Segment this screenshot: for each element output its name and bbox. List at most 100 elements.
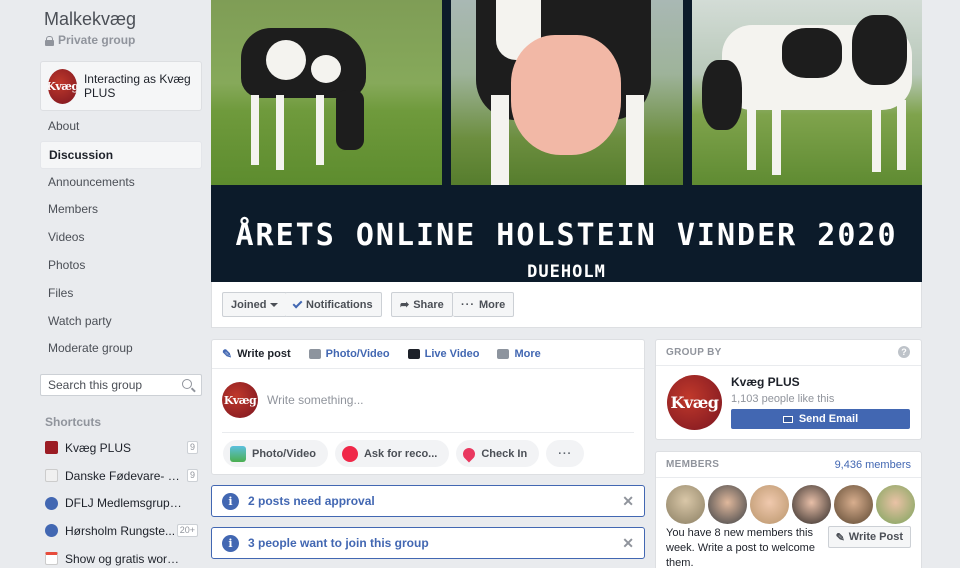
group-icon [45,524,58,538]
nav-item-videos[interactable]: Videos [40,224,202,252]
cover-image-udder [451,0,683,185]
composer-input-area[interactable]: Kvæg Write something... [222,382,363,418]
page-icon [45,469,58,483]
group-name[interactable]: Malkekvæg [44,9,136,30]
shortcuts-title: Shortcuts [45,415,102,429]
pending-posts-notice[interactable]: i 2 posts need approval ✕ [211,485,645,517]
cover-image-cow-grazing [211,0,442,185]
pill-label: Ask for reco... [363,447,438,460]
members-card: MEMBERS 9,436 members You have 8 new mem… [655,451,922,568]
composer-tabs: ✎ Write post Photo/Video Live Video More [212,340,644,369]
shortcut-item[interactable]: Danske Fødevare- o... 9 [45,462,202,490]
pill-label: Photo/Video [252,447,316,460]
group-by-card: GROUP BY ? Kvæg Kvæg PLUS 1,103 people l… [655,339,922,440]
group-by-avatar[interactable]: Kvæg [667,375,722,430]
send-email-button[interactable]: Send Email [731,409,910,429]
close-icon[interactable]: ✕ [622,493,634,510]
nav-item-photos[interactable]: Photos [40,252,202,280]
map-pin-icon [460,445,478,462]
shortcut-label: DFLJ Medlemsgruppen [65,496,183,511]
new-member-avatars [666,485,915,524]
pencil-icon: ✎ [835,531,845,544]
group-icon [45,496,58,510]
group-by-header: GROUP BY [656,340,921,366]
nav-item-watch-party[interactable]: Watch party [40,308,202,336]
composer-placeholder[interactable]: Write something... [267,393,363,407]
nav-item-files[interactable]: Files [40,280,202,308]
tab-live-video[interactable]: Live Video [407,348,480,360]
avatar[interactable] [792,485,831,524]
check-in-button[interactable]: Check In [456,440,540,467]
search-icon[interactable] [182,379,192,389]
shortcut-badge: 9 [186,441,198,454]
group-action-bar: Joined Notifications ➦ Share ··· More [211,282,922,328]
ask-for-recommendations-button[interactable]: Ask for reco... [334,440,450,467]
nav-item-members[interactable]: Members [40,196,202,224]
pencil-icon: ✎ [222,347,233,361]
close-icon[interactable]: ✕ [622,535,634,552]
avatar[interactable] [834,485,873,524]
avatar[interactable] [708,485,747,524]
share-button[interactable]: ➦ Share [391,292,453,317]
group-by-likes: 1,103 people like this [731,393,835,405]
notifications-button[interactable]: Notifications [285,292,382,317]
more-button[interactable]: ··· More [453,292,515,317]
kvaeg-plus-avatar: Kvæg [48,68,77,104]
joined-button[interactable]: Joined [222,292,288,317]
member-count[interactable]: 9,436 members [835,459,911,471]
tab-label: More [514,348,541,360]
privacy-label: Private group [58,33,136,47]
post-composer: ✎ Write post Photo/Video Live Video More… [211,339,645,475]
joined-label: Joined [231,298,267,311]
interacting-as-switcher[interactable]: Kvæg Interacting as Kvæg PLUS [40,61,202,111]
shortcut-label: Hørsholm Rungste... [65,523,176,538]
shortcut-item[interactable]: DFLJ Medlemsgruppen [45,489,202,517]
write-post-label: Write Post [848,531,903,543]
more-label: More [479,298,506,311]
shortcut-label: Show og gratis worksho... [65,551,183,566]
nav-item-moderate-group[interactable]: Moderate group [40,335,202,363]
shortcut-item[interactable]: Hørsholm Rungste... 20+ [45,517,202,545]
avatar[interactable] [666,485,705,524]
more-dots-icon: ··· [461,298,475,311]
tab-label: Photo/Video [325,348,390,360]
send-email-label: Send Email [798,413,859,425]
interacting-as-label: Interacting as Kvæg PLUS [83,72,191,100]
speech-bubble-icon [341,445,358,462]
avatar[interactable] [876,485,915,524]
nav-item-announcements[interactable]: Announcements [40,169,202,197]
shortcut-label: Kvæg PLUS [65,440,132,455]
shortcut-badge: 9 [186,468,198,482]
help-icon[interactable]: ? [898,346,910,358]
shortcuts-list: Kvæg PLUS 9 Danske Fødevare- o... 9 DFLJ… [45,434,202,568]
group-nav: About Discussion Announcements Members V… [40,113,202,363]
avatar[interactable] [750,485,789,524]
video-icon [407,349,420,359]
shortcut-badge: 20+ [176,524,198,538]
group-search-input[interactable] [41,375,171,395]
shortcut-item[interactable]: Kvæg PLUS 9 [45,434,202,462]
shortcut-label: Danske Fødevare- o... [65,468,183,483]
check-icon [292,298,303,308]
new-members-text: You have 8 new members this week. Write … [666,527,815,568]
write-post-button[interactable]: ✎ Write Post [827,526,911,548]
tab-more[interactable]: More [497,348,541,360]
join-requests-notice[interactable]: i 3 people want to join this group ✕ [211,527,645,559]
tab-write-post[interactable]: ✎ Write post [222,347,291,361]
cover-photo[interactable]: ÅRETS ONLINE HOLSTEIN VINDER 2020 DUEHOL… [211,0,922,282]
notice-text[interactable]: 2 posts need approval [248,494,375,508]
cover-image-cow-standing [692,0,922,185]
photo-video-button[interactable]: Photo/Video [223,440,328,467]
notifications-label: Notifications [306,298,373,311]
tab-photo-video[interactable]: Photo/Video [308,348,390,360]
tab-label: Live Video [424,348,480,360]
nav-item-discussion[interactable]: Discussion [40,140,202,169]
photo-icon [230,445,246,462]
composer-avatar: Kvæg [222,382,258,418]
group-by-name[interactable]: Kvæg PLUS [731,375,800,389]
shortcut-item[interactable]: Show og gratis worksho... [45,545,202,568]
notice-text[interactable]: 3 people want to join this group [248,536,429,550]
nav-item-about[interactable]: About [40,113,202,141]
more-options-button[interactable]: ··· [546,440,585,467]
camera-icon [308,349,321,359]
